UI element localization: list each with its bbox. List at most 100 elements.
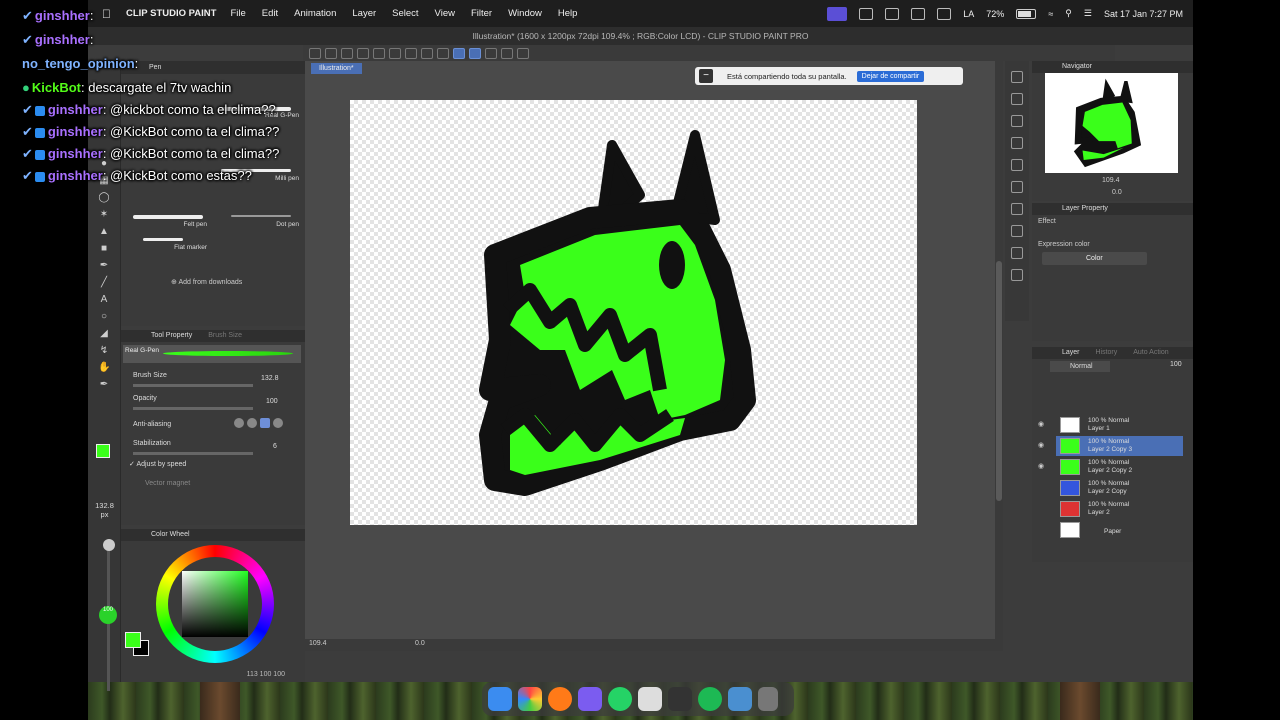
control-center-icon[interactable]: ☰ (1084, 8, 1092, 19)
rotation-readout[interactable]: 0.0 (415, 640, 425, 647)
main-color-swatch[interactable] (96, 444, 110, 458)
color-mode-icon[interactable] (501, 47, 513, 59)
menu-layer[interactable]: Layer (352, 8, 376, 19)
layer-row[interactable]: 100 % Normal Layer 2 (1056, 499, 1183, 519)
search-icon[interactable]: ⚲ (1065, 8, 1072, 19)
minimize-banner-button[interactable]: − (699, 69, 713, 83)
navigator-rotation[interactable]: 0.0 (1112, 189, 1122, 196)
material-icon[interactable] (1011, 225, 1023, 237)
airdrop-icon[interactable] (911, 7, 926, 20)
photos-icon[interactable] (518, 687, 542, 711)
snap-special-ruler-icon[interactable] (469, 47, 481, 59)
firefox-icon[interactable] (548, 687, 572, 711)
fill-icon[interactable] (405, 47, 417, 59)
navigator-preview[interactable] (1045, 73, 1178, 173)
text-icon[interactable]: A (98, 294, 110, 306)
tab-auto-action[interactable]: Auto Action (1133, 349, 1168, 356)
material-icon[interactable] (1011, 137, 1023, 149)
material-icon[interactable] (1011, 247, 1023, 259)
menu-view[interactable]: View (435, 8, 455, 19)
hue-ring[interactable] (156, 545, 274, 663)
clip-studio-icon[interactable] (638, 687, 662, 711)
aa-none[interactable] (234, 418, 244, 428)
balloon-icon[interactable]: ○ (98, 311, 110, 323)
brush-dot-pen[interactable]: Dot pen (221, 211, 301, 231)
figure-icon[interactable]: ╱ (98, 277, 110, 289)
clear-icon[interactable] (389, 47, 401, 59)
stop-sharing-button[interactable]: Dejar de compartir (856, 70, 925, 82)
hand-icon[interactable]: ✋ (98, 362, 110, 374)
expression-color-select[interactable]: Color (1042, 252, 1147, 265)
drawing-canvas[interactable] (350, 100, 917, 525)
mirror-icon[interactable] (937, 7, 952, 20)
stabilization-value[interactable]: 6 (273, 443, 277, 450)
eyedropper-icon[interactable]: ✒ (98, 260, 110, 272)
layer-row[interactable]: ◉ 100 % Normal Layer 1 (1038, 415, 1183, 435)
trash-icon[interactable] (758, 687, 778, 711)
stabilization-slider[interactable] (133, 452, 253, 455)
vscroll-thumb[interactable] (996, 261, 1002, 501)
material-icon[interactable] (1011, 203, 1023, 215)
navigator-icon[interactable] (1011, 71, 1023, 83)
menu-help[interactable]: Help (558, 8, 578, 19)
brush-size-slider[interactable] (133, 384, 253, 387)
ruler-icon[interactable]: ◢ (98, 328, 110, 340)
correct-line-icon[interactable]: ↯ (98, 345, 110, 357)
tab-layer[interactable]: Layer (1062, 349, 1080, 356)
brush-felt-pen[interactable]: Felt pen (133, 211, 213, 231)
lasso-icon[interactable]: ◯ (98, 192, 110, 204)
add-from-downloads[interactable]: ⊕ Add from downloads (171, 278, 242, 286)
new-icon[interactable] (309, 47, 321, 59)
display-icon[interactable] (859, 7, 874, 20)
calculator-icon[interactable] (668, 687, 692, 711)
pen-tool-icon[interactable]: ✒ (98, 379, 110, 391)
eye-icon[interactable]: ◉ (1038, 441, 1047, 449)
eye-icon[interactable]: ◉ (1038, 462, 1047, 470)
brush-size-value[interactable]: 132.8 (261, 375, 279, 382)
layer-row-selected[interactable]: ◉ 100 % Normal Layer 2 Copy 3 (1038, 436, 1183, 456)
save-icon[interactable] (341, 47, 353, 59)
adjust-by-speed-checkbox[interactable]: ✓ Adjust by speed (129, 460, 186, 468)
canvas-area[interactable]: Illustration* − Está compartiendo toda s… (305, 61, 1001, 651)
menu-select[interactable]: Select (392, 8, 418, 19)
menu-window[interactable]: Window (508, 8, 542, 19)
gradient-fill-icon[interactable]: ■ (98, 243, 110, 255)
redo-icon[interactable] (373, 47, 385, 59)
layer-row[interactable]: ◉ 100 % Normal Layer 2 Copy 2 (1038, 457, 1183, 477)
tab-history[interactable]: History (1095, 349, 1117, 356)
finder-icon[interactable] (488, 687, 512, 711)
datetime[interactable]: Sat 17 Jan 7:27 PM (1104, 9, 1183, 19)
material-icon[interactable] (1011, 159, 1023, 171)
material-icon[interactable] (1011, 181, 1023, 193)
material-icon[interactable] (1011, 269, 1023, 281)
brush-flat-marker[interactable]: Flat marker (133, 234, 213, 254)
battery-icon[interactable] (1016, 8, 1037, 19)
layer-row-paper[interactable]: Paper (1056, 520, 1183, 540)
menu-filter[interactable]: Filter (471, 8, 492, 19)
antialias-options[interactable] (234, 418, 283, 428)
snap-grid-icon[interactable] (485, 47, 497, 59)
app-icon[interactable] (728, 687, 752, 711)
undo-icon[interactable] (357, 47, 369, 59)
spotify-icon[interactable] (698, 687, 722, 711)
layer-row[interactable]: 100 % Normal Layer 2 Copy (1056, 478, 1183, 498)
keyboard-layout[interactable]: LA (963, 9, 974, 19)
transform-icon[interactable] (421, 47, 433, 59)
fill-icon[interactable]: ▲ (98, 226, 110, 238)
size-slider-knob[interactable] (103, 539, 115, 551)
opacity-value[interactable]: 100 (266, 398, 278, 405)
whatsapp-icon[interactable] (608, 687, 632, 711)
screen-share-icon[interactable] (827, 6, 848, 21)
zoom-readout[interactable]: 109.4 (309, 640, 327, 647)
snap-ruler-icon[interactable] (453, 47, 465, 59)
aa-strong[interactable] (273, 418, 283, 428)
layer-opacity[interactable]: 100 (1170, 361, 1182, 368)
deselect-icon[interactable] (437, 47, 449, 59)
vector-magnet[interactable]: Vector magnet (145, 480, 190, 487)
control-icon[interactable] (885, 7, 900, 20)
open-icon[interactable] (325, 47, 337, 59)
material-icon[interactable] (1011, 115, 1023, 127)
help-icon[interactable] (517, 47, 529, 59)
wifi-icon[interactable]: ≈ (1048, 9, 1053, 19)
material-icon[interactable] (1011, 93, 1023, 105)
